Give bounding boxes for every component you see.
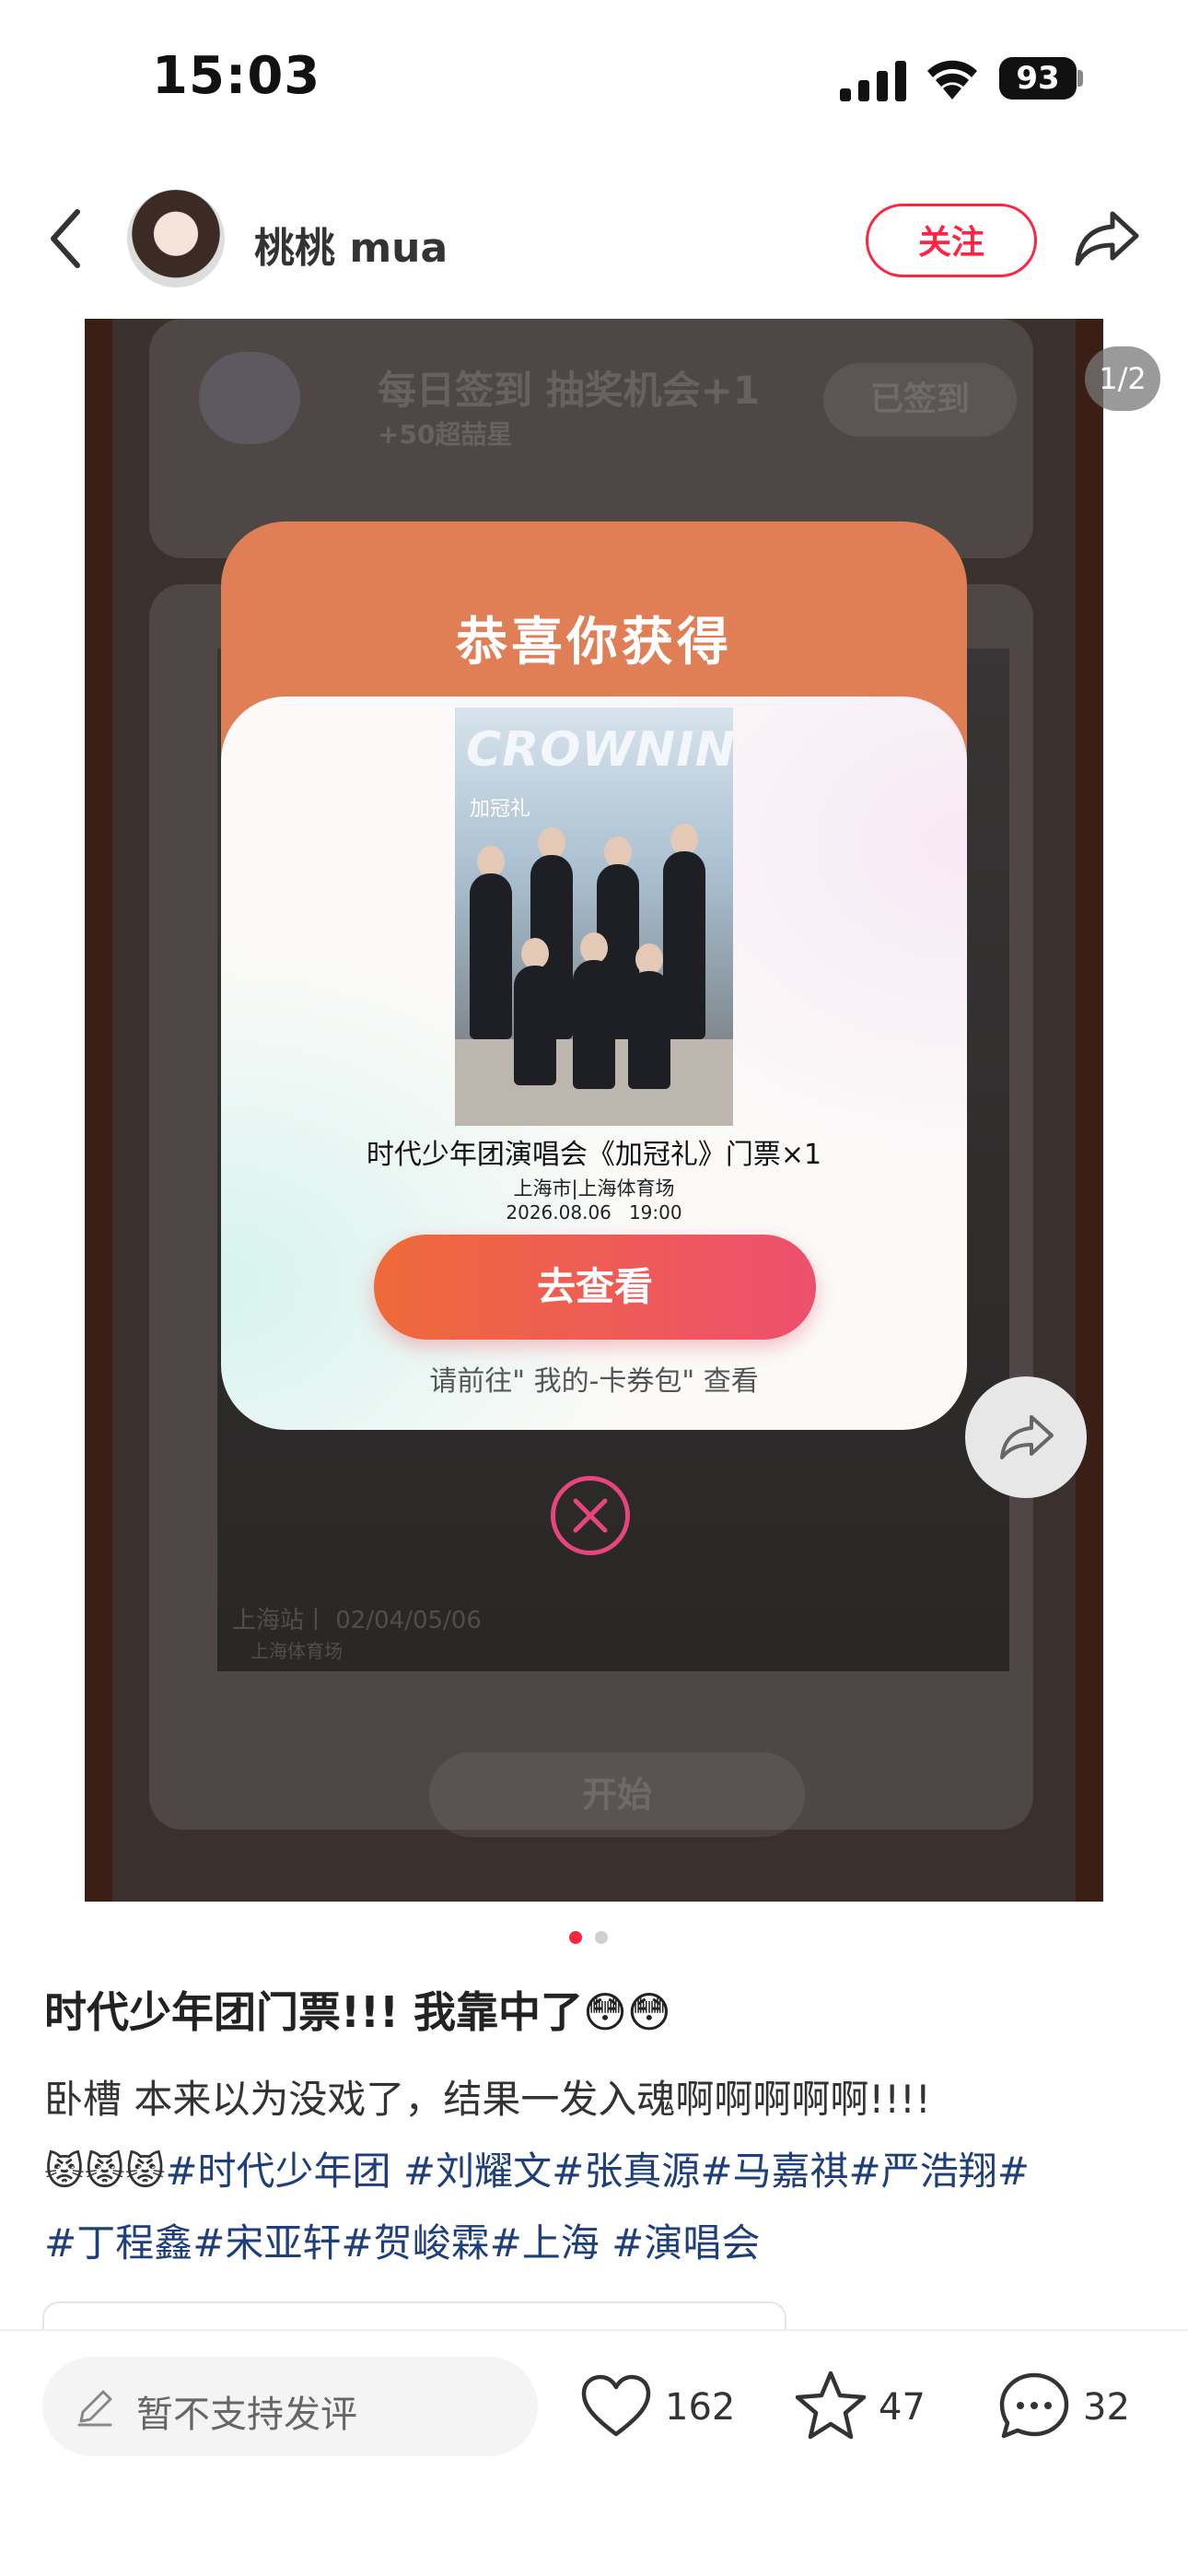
close-modal-button[interactable]: [551, 1476, 630, 1555]
member-figure: [514, 966, 556, 1085]
wifi-icon: [927, 60, 977, 100]
star-icon[interactable]: [794, 2370, 868, 2441]
hashtag[interactable]: #严浩翔: [849, 2149, 997, 2194]
like-count: 162: [665, 2386, 736, 2429]
pencil-icon: [77, 2390, 112, 2427]
member-figure: [628, 971, 670, 1089]
member-head: [670, 824, 698, 855]
hashtag[interactable]: #刘耀文: [403, 2149, 552, 2194]
prize-hint: 请前往" 我的-卡券包" 查看: [429, 1365, 759, 1398]
emoji-prefix: 😾😾😾: [44, 2149, 166, 2194]
post-title: 时代少年团门票!!! 我靠中了😳😳: [44, 1987, 671, 2037]
follow-button[interactable]: 关注: [866, 204, 1037, 277]
member-head: [580, 932, 608, 964]
favorite-count: 47: [879, 2386, 926, 2429]
comment-placeholder: 暂不支持发评: [136, 2394, 357, 2436]
member-figure: [470, 873, 512, 1039]
page-indicator: 1/2: [1085, 346, 1160, 411]
member-figure: [573, 960, 615, 1089]
member-head: [604, 837, 632, 868]
prize-venue: 上海市|上海体育场: [513, 1177, 675, 1200]
back-icon[interactable]: [48, 208, 85, 269]
bottom-divider: [0, 2329, 1188, 2331]
hashtag[interactable]: #马嘉祺: [700, 2149, 848, 2194]
member-head: [538, 827, 565, 859]
comment-icon[interactable]: [998, 2371, 1070, 2441]
prize-datetime: 2026.08.06 19:00: [506, 1201, 682, 1224]
comment-count: 32: [1083, 2386, 1130, 2429]
hashtag[interactable]: #贺峻霖: [341, 2220, 489, 2266]
post-body: 卧槽 本来以为没戏了，结果一发入魂啊啊啊啊啊!!!! 😾😾😾#时代少年团 #刘耀…: [44, 2064, 1149, 2279]
hashtag[interactable]: #上海: [490, 2220, 600, 2266]
member-head: [477, 846, 505, 877]
battery-indicator: 93: [999, 57, 1077, 100]
hashtag[interactable]: #丁程鑫: [44, 2220, 192, 2266]
battery-tip: [1077, 70, 1083, 87]
hashtag[interactable]: #张真源: [552, 2149, 700, 2194]
status-time: 15:03: [152, 46, 321, 106]
carousel-dot-active: [569, 1931, 582, 1944]
hashtag-line: #丁程鑫#宋亚轩#贺峻霖#上海 #演唱会: [44, 2207, 1149, 2279]
author-name[interactable]: 桃桃 mua: [254, 215, 448, 274]
share-image-button[interactable]: [965, 1376, 1087, 1498]
heart-icon[interactable]: [580, 2373, 652, 2440]
modal-title: 恭喜你获得: [456, 613, 732, 673]
poster-title: CROWNING: [466, 722, 733, 778]
avatar[interactable]: [127, 190, 225, 287]
post-text: 卧槽 本来以为没戏了，结果一发入魂啊啊啊啊啊!!!!: [44, 2077, 931, 2122]
poster-subtitle: 加冠礼: [470, 798, 531, 821]
prize-name: 时代少年团演唱会《加冠礼》门票×1: [366, 1139, 822, 1171]
member-head: [635, 943, 663, 975]
hashtag[interactable]: #演唱会: [611, 2220, 760, 2266]
carousel-dot: [595, 1931, 608, 1944]
signal-icon: [840, 61, 906, 101]
share-icon: [1000, 1415, 1054, 1459]
view-prize-button[interactable]: 去查看: [374, 1235, 816, 1340]
hashtag[interactable]: #宋亚轩: [192, 2220, 341, 2266]
prize-poster: CROWNING 加冠礼: [455, 708, 733, 1126]
hashtag[interactable]: #时代少年团: [165, 2149, 390, 2194]
close-icon: [573, 1498, 608, 1533]
share-icon[interactable]: [1074, 208, 1140, 269]
member-head: [521, 938, 549, 969]
hashtag-line: 😾😾😾#时代少年团 #刘耀文#张真源#马嘉祺#严浩翔#: [44, 2149, 1030, 2194]
